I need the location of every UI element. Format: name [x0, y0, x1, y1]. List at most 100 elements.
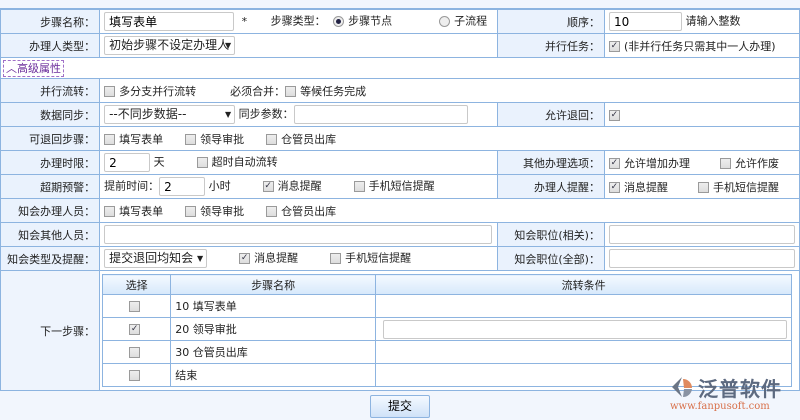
col-condition: 流转条件	[375, 274, 793, 295]
notify-step-checkbox[interactable]	[266, 206, 278, 217]
chevron-up-icon: ︿	[6, 61, 17, 75]
step-name: 10 填写表单	[170, 294, 377, 318]
handler-type-label: 办理人类型：	[0, 33, 101, 58]
notify-message-checkbox[interactable]: ✓	[239, 253, 251, 264]
notify-step-checkbox[interactable]	[104, 206, 116, 217]
logo-url: www.fanpusoft.com	[670, 401, 770, 412]
step-name-input[interactable]	[104, 12, 235, 31]
auto-flow-checkbox[interactable]	[196, 157, 208, 168]
logo-icon	[672, 377, 692, 398]
parallel-flow-label: 并行流转：	[0, 78, 101, 103]
time-limit-unit: 天	[153, 155, 165, 169]
sync-param-label: 同步参数：	[238, 107, 294, 121]
notify-step-label: 仓管员出库	[281, 204, 337, 218]
return-step-checkbox[interactable]	[185, 134, 197, 145]
row-notify-handlers: 知会办理人员： 填写表单 领导审批 仓管员出库	[0, 198, 800, 223]
notify-sms-checkbox[interactable]	[330, 253, 342, 264]
wait-complete-checkbox[interactable]	[285, 86, 297, 97]
notify-position-related-label: 知会职位(相关)：	[496, 222, 605, 247]
table-row: 30 仓管员出库	[102, 340, 793, 364]
remind-message-label: 消息提醒	[623, 180, 668, 194]
remind-sms-checkbox[interactable]	[697, 182, 709, 193]
step-name: 30 仓管员出库	[170, 340, 377, 364]
auto-flow-label: 超时自动流转	[211, 155, 278, 169]
parallel-task-checkbox[interactable]: ✓	[608, 41, 620, 52]
table-row: ✓ 20 领导审批	[102, 317, 793, 341]
allow-void-label: 允许作废	[734, 156, 779, 170]
radio-subflow[interactable]	[439, 16, 451, 27]
chevron-down-icon: ▼	[224, 41, 232, 50]
allow-return-label: 允许退回：	[496, 102, 605, 127]
row-returnable-steps: 可退回步骤： 填写表单 领导审批 仓管员出库	[0, 126, 800, 151]
remind-message-checkbox[interactable]: ✓	[608, 182, 620, 193]
row-handler-type: 办理人类型： 初始步骤不设定办理人 ▼ 并行任务： ✓ (非并行任务只需其中一人办理…	[0, 33, 800, 58]
notify-step-checkbox[interactable]	[185, 206, 197, 217]
notify-position-all-label: 知会职位(全部)：	[496, 246, 605, 271]
warn-sms-checkbox[interactable]	[353, 181, 365, 192]
row-advanced: ︿高级属性	[0, 57, 800, 79]
handler-type-select[interactable]: 初始步骤不设定办理人 ▼	[104, 36, 236, 55]
parallel-task-label: 并行任务：	[496, 33, 605, 58]
chevron-down-icon: ▼	[224, 110, 232, 119]
warn-message-checkbox[interactable]: ✓	[262, 181, 274, 192]
data-sync-select[interactable]: --不同步数据-- ▼	[104, 105, 236, 124]
top-bar	[0, 0, 800, 9]
multi-branch-checkbox[interactable]	[104, 86, 116, 97]
row-time-limit: 办理时限： 天 超时自动流转 其他办理选项： ✓允许增加办理 允许作废	[0, 150, 800, 175]
allow-return-checkbox[interactable]: ✓	[608, 109, 620, 121]
select-checkbox[interactable]	[129, 301, 141, 312]
return-step-label: 填写表单	[119, 132, 164, 146]
select-checkbox[interactable]	[129, 370, 141, 381]
fanpu-logo: 泛普软件 www.fanpusoft.com	[668, 373, 798, 418]
step-name: 结束	[170, 363, 377, 387]
data-sync-label: 数据同步：	[0, 102, 101, 127]
notify-others-input[interactable]	[104, 225, 493, 244]
row-step-name: 步骤名称： * 步骤类型： 步骤节点 子流程 顺序： 请输入整数	[0, 9, 800, 34]
return-step-checkbox[interactable]	[266, 134, 278, 145]
allow-add-handler-label: 允许增加办理	[623, 156, 690, 170]
advance-time-unit: 小时	[208, 179, 231, 193]
next-steps-table: 选择 步骤名称 流转条件 10 填写表单 ✓ 20 领导审批 30 仓管员出库 结束	[102, 274, 793, 387]
notify-position-related-input[interactable]	[608, 225, 795, 244]
return-step-checkbox[interactable]	[104, 134, 116, 145]
step-name-label: 步骤名称：	[0, 9, 101, 34]
radio-subflow-label: 子流程	[454, 14, 488, 28]
row-notify-others: 知会其他人员： 知会职位(相关)：	[0, 222, 800, 247]
step-name: 20 领导审批	[170, 317, 377, 341]
select-checkbox[interactable]: ✓	[129, 324, 141, 335]
notify-others-label: 知会其他人员：	[0, 222, 101, 247]
next-step-label: 下一步骤：	[0, 270, 101, 391]
step-form: 步骤名称： * 步骤类型： 步骤节点 子流程 顺序： 请输入整数 办理人类型： …	[0, 9, 800, 391]
returnable-steps-label: 可退回步骤：	[0, 126, 101, 151]
advance-time-label: 提前时间：	[104, 179, 160, 193]
advance-time-input[interactable]	[159, 177, 206, 196]
row-notify-type: 知会类型及提醒： 提交退回均知会 ▼ ✓ 消息提醒 手机短信提醒 知会职位(全部)：	[0, 246, 800, 271]
condition-input[interactable]	[383, 319, 788, 339]
notify-type-select[interactable]: 提交退回均知会 ▼	[104, 249, 208, 268]
multi-branch-label: 多分支并行流转	[119, 84, 197, 98]
handler-type-value: 初始步骤不设定办理人	[109, 38, 230, 52]
notify-step-label: 领导审批	[200, 204, 245, 218]
submit-button[interactable]: 提交	[370, 395, 430, 418]
step-type-label: 步骤类型：	[270, 14, 326, 28]
wait-complete-label: 等候任务完成	[300, 84, 367, 98]
order-input[interactable]	[608, 12, 682, 31]
chevron-down-icon: ▼	[196, 254, 204, 263]
warn-message-label: 消息提醒	[277, 179, 322, 193]
notify-position-all-input[interactable]	[608, 249, 795, 268]
warn-sms-label: 手机短信提醒	[368, 179, 435, 193]
radio-step-node[interactable]	[333, 16, 345, 27]
col-select: 选择	[102, 274, 172, 295]
required-mark: *	[241, 14, 248, 28]
other-options-label: 其他办理选项：	[496, 150, 605, 175]
sync-param-input[interactable]	[293, 105, 468, 124]
parallel-task-hint: (非并行任务只需其中一人办理)	[623, 39, 776, 53]
time-limit-input[interactable]	[104, 153, 151, 172]
allow-add-handler-checkbox[interactable]: ✓	[608, 158, 620, 169]
advanced-toggle[interactable]: ︿高级属性	[3, 59, 64, 77]
select-checkbox[interactable]	[129, 347, 141, 358]
allow-void-checkbox[interactable]	[719, 158, 731, 169]
col-step-name: 步骤名称	[170, 274, 377, 295]
advanced-label: 高级属性	[17, 61, 61, 75]
row-data-sync: 数据同步： --不同步数据-- ▼ 同步参数： 允许退回： ✓	[0, 102, 800, 127]
